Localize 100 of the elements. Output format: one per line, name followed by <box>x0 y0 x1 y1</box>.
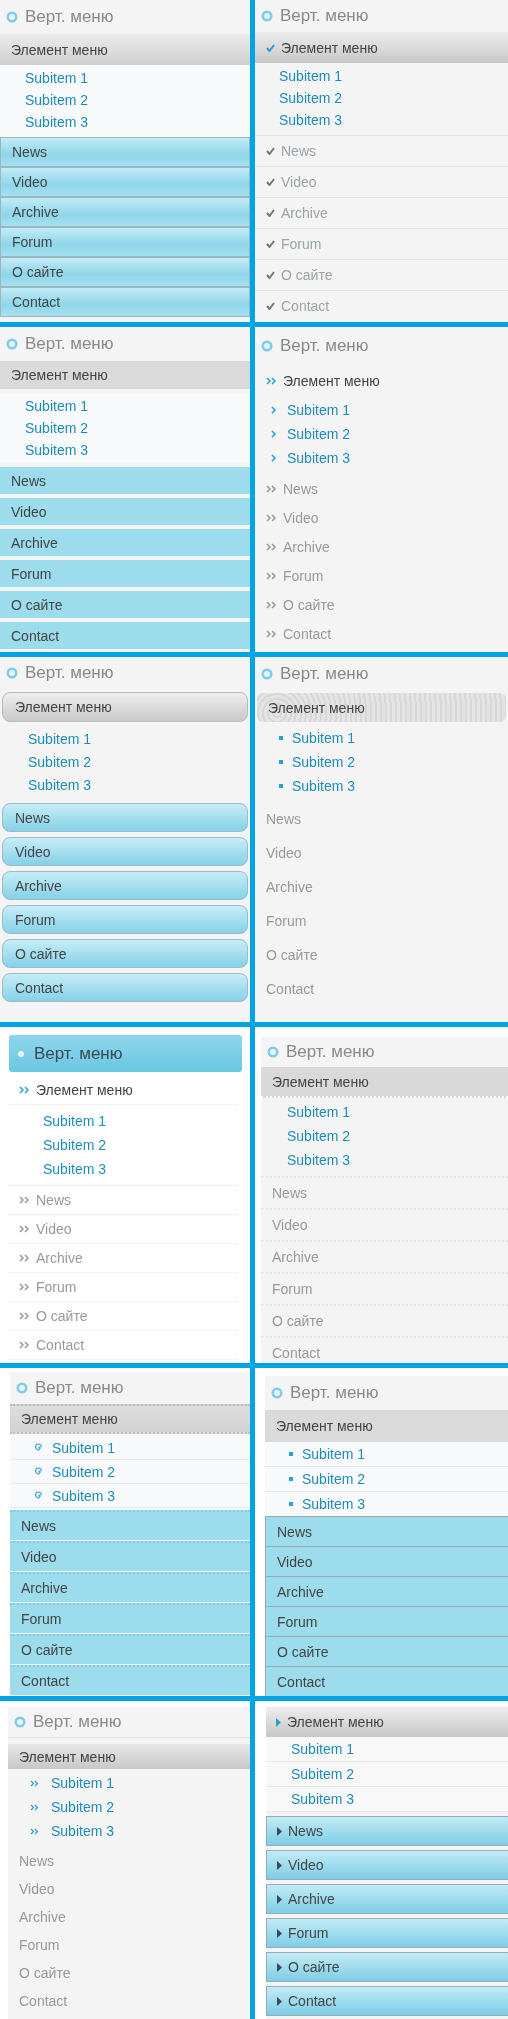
menu-item[interactable]: Video <box>266 1850 508 1880</box>
menu-item[interactable]: Forum <box>8 1931 250 1959</box>
menu-item[interactable]: Contact <box>9 1331 238 1360</box>
menu-item[interactable]: Элемент меню <box>255 32 508 63</box>
submenu-item[interactable]: Subitem 1 <box>287 1100 508 1124</box>
submenu-item[interactable]: Subitem 1 <box>30 1771 250 1795</box>
submenu-item[interactable]: Subitem 3 <box>271 446 508 470</box>
menu-item[interactable]: Video <box>255 836 508 870</box>
submenu-item[interactable]: Subitem 2 <box>266 1762 508 1787</box>
menu-item[interactable]: Элемент меню <box>266 1707 508 1737</box>
menu-item[interactable]: News <box>255 474 508 503</box>
menu-item[interactable]: Archive <box>8 1903 250 1931</box>
submenu-item[interactable]: Subitem 2 <box>28 750 250 773</box>
menu-item[interactable]: Archive <box>0 529 250 556</box>
menu-item[interactable]: О сайте <box>255 938 508 972</box>
submenu-item[interactable]: Subitem 3 <box>279 109 508 131</box>
submenu-item[interactable]: Subitem 2 <box>25 417 250 439</box>
menu-item[interactable]: Элемент меню <box>265 1410 508 1442</box>
menu-item[interactable]: Contact <box>255 619 508 648</box>
menu-item[interactable]: News <box>261 1176 508 1208</box>
menu-item[interactable]: Forum <box>255 228 508 259</box>
submenu-item[interactable]: Subitem 1 <box>25 67 250 89</box>
menu-item[interactable]: Video <box>10 1541 250 1572</box>
submenu-item[interactable]: Subitem 3 <box>28 773 250 796</box>
menu-item[interactable]: Forum <box>255 904 508 938</box>
menu-item[interactable]: Contact <box>0 622 250 649</box>
menu-item[interactable]: Archive <box>261 1240 508 1272</box>
menu-item[interactable]: Forum <box>10 1603 250 1634</box>
menu-item[interactable]: Элемент меню <box>255 365 508 396</box>
menu-item[interactable]: Archive <box>9 1244 238 1273</box>
menu-item[interactable]: О сайте <box>266 1952 508 1982</box>
submenu-item[interactable]: Subitem 2 <box>43 1133 238 1157</box>
menu-item[interactable]: О сайте <box>10 1634 250 1665</box>
submenu-item[interactable]: Subitem 3 <box>266 1787 508 1812</box>
submenu-item[interactable]: Subitem 3 <box>279 774 508 798</box>
submenu-item[interactable]: Subitem 1 <box>265 1442 508 1467</box>
submenu-item[interactable]: Subitem 1 <box>271 398 508 422</box>
menu-item[interactable]: Элемент меню <box>0 34 250 65</box>
submenu-item[interactable]: Subitem 2 <box>279 750 508 774</box>
menu-item[interactable]: Archive <box>255 870 508 904</box>
menu-item[interactable]: Forum <box>0 227 250 257</box>
menu-item[interactable]: Элемент меню <box>10 1404 250 1434</box>
submenu-item[interactable]: Subitem 3 <box>43 1157 238 1181</box>
submenu-item[interactable]: Subitem 3 <box>25 111 250 133</box>
menu-item[interactable]: Forum <box>266 1918 508 1948</box>
menu-item[interactable]: О сайте <box>261 1304 508 1336</box>
menu-item[interactable]: Archive <box>255 532 508 561</box>
menu-item[interactable]: News <box>255 802 508 836</box>
menu-item[interactable]: О сайте <box>255 259 508 290</box>
submenu-item[interactable]: Subitem 3 <box>25 439 250 461</box>
submenu-item[interactable]: Subitem 2 <box>10 1460 250 1484</box>
submenu-item[interactable]: Subitem 2 <box>30 1795 250 1819</box>
menu-item[interactable]: Forum <box>265 1606 508 1637</box>
menu-item[interactable]: News <box>8 1847 250 1875</box>
submenu-item[interactable]: Subitem 2 <box>265 1467 508 1492</box>
menu-item[interactable]: О сайте <box>9 1302 238 1331</box>
menu-item[interactable]: О сайте <box>2 939 248 968</box>
menu-item[interactable]: Video <box>8 1875 250 1903</box>
menu-item[interactable]: News <box>255 135 508 166</box>
menu-item[interactable]: Contact <box>255 972 508 1006</box>
menu-item[interactable]: Archive <box>265 1576 508 1607</box>
menu-item[interactable]: Элемент меню <box>2 692 248 722</box>
menu-item[interactable]: Video <box>255 166 508 197</box>
menu-item[interactable]: News <box>0 137 250 167</box>
menu-item[interactable]: News <box>10 1510 250 1541</box>
menu-item[interactable]: Contact <box>255 290 508 321</box>
menu-item[interactable]: News <box>0 467 250 494</box>
menu-item[interactable]: О сайте <box>8 1959 250 1987</box>
menu-item[interactable]: Forum <box>0 560 250 587</box>
submenu-item[interactable]: Subitem 3 <box>287 1148 508 1172</box>
menu-item[interactable]: News <box>265 1516 508 1547</box>
menu-item[interactable]: Contact <box>0 287 250 317</box>
menu-item[interactable]: Archive <box>10 1572 250 1603</box>
menu-item[interactable]: Archive <box>255 197 508 228</box>
submenu-item[interactable]: Subitem 1 <box>279 726 508 750</box>
submenu-item[interactable]: Subitem 1 <box>25 395 250 417</box>
submenu-item[interactable]: Subitem 2 <box>279 87 508 109</box>
menu-item[interactable]: Contact <box>265 1666 508 1696</box>
menu-item[interactable]: Forum <box>9 1273 238 1302</box>
menu-item[interactable]: Video <box>2 837 248 866</box>
menu-item[interactable]: News <box>9 1186 238 1215</box>
menu-item[interactable]: Forum <box>2 905 248 934</box>
menu-item[interactable]: Contact <box>266 1986 508 2016</box>
submenu-item[interactable]: Subitem 3 <box>10 1484 250 1508</box>
menu-item[interactable]: Элемент меню <box>261 1067 508 1098</box>
submenu-item[interactable]: Subitem 1 <box>266 1737 508 1762</box>
menu-item[interactable]: Элемент меню <box>0 361 250 389</box>
menu-item[interactable]: Video <box>9 1215 238 1244</box>
submenu-item[interactable]: Subitem 1 <box>10 1436 250 1460</box>
submenu-item[interactable]: Subitem 1 <box>43 1109 238 1133</box>
menu-item[interactable]: News <box>2 803 248 832</box>
menu-item[interactable]: О сайте <box>255 590 508 619</box>
menu-item[interactable]: Video <box>0 498 250 525</box>
menu-item[interactable]: Video <box>255 503 508 532</box>
menu-item[interactable]: Contact <box>8 1987 250 2015</box>
menu-item[interactable]: News <box>266 1816 508 1846</box>
menu-item[interactable]: Video <box>0 167 250 197</box>
submenu-item[interactable]: Subitem 2 <box>287 1124 508 1148</box>
submenu-item[interactable]: Subitem 3 <box>30 1819 250 1843</box>
menu-item[interactable]: Элемент меню <box>8 1744 250 1769</box>
